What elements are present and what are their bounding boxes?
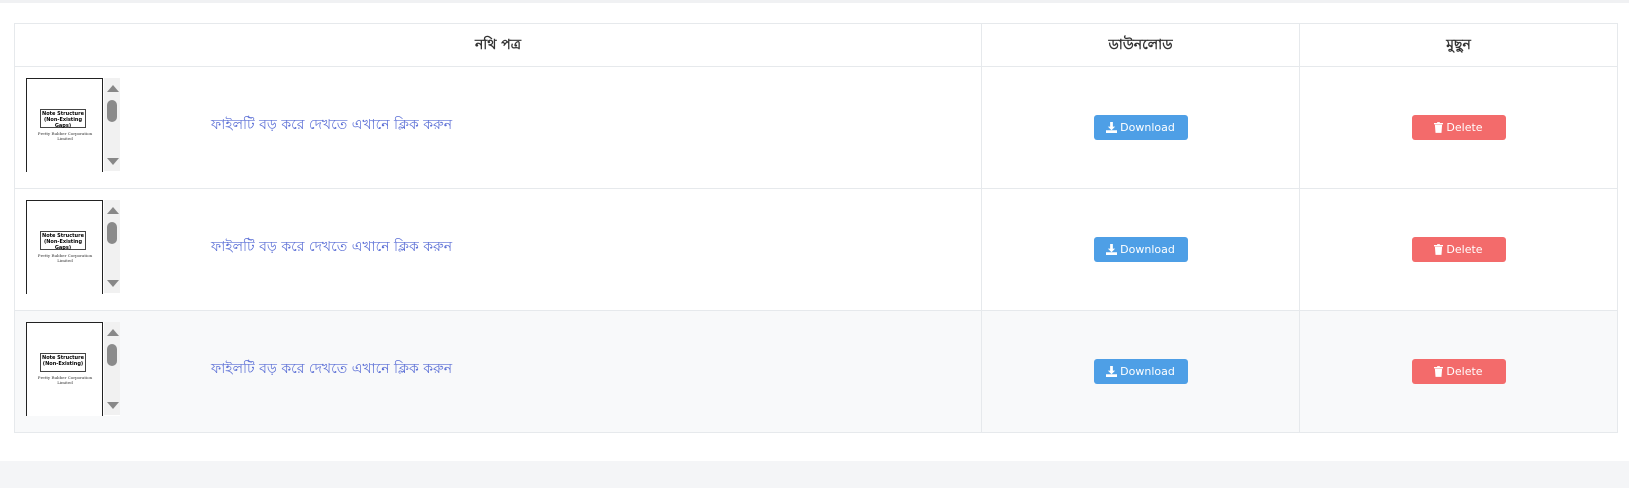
download-cell: Download (981, 188, 1300, 311)
download-icon (1106, 365, 1118, 377)
download-cell: Download (981, 310, 1300, 433)
preview-page: Note Structure (Non-Existing) Pretty Rub… (26, 322, 103, 416)
trash-icon (1434, 365, 1444, 377)
delete-button[interactable]: Delete (1411, 115, 1506, 140)
scrollbar-thumb[interactable] (107, 344, 117, 366)
delete-label: Delete (1446, 243, 1483, 256)
preview-title: Note Structure (Non-Existing) (40, 353, 86, 372)
delete-cell: Delete (1299, 66, 1618, 189)
document-cell: Note Structure (Non-Existing Gaps) Prett… (14, 188, 982, 311)
preview-title: Note Structure (Non-Existing Gaps) (40, 109, 86, 129)
bottom-strip (0, 461, 1629, 488)
table-header-row: নথি পত্র ডাউনলোড মুছুন (14, 23, 1618, 67)
delete-cell: Delete (1299, 310, 1618, 433)
documents-panel: নথি পত্র ডাউনলোড মুছুন Note Structure (N… (0, 3, 1629, 461)
preview-scrollbar[interactable] (104, 78, 120, 171)
scroll-up-arrow-icon[interactable] (107, 85, 119, 92)
scroll-down-arrow-icon[interactable] (107, 402, 119, 409)
preview-scrollbar[interactable] (104, 322, 120, 415)
preview-scrollbar[interactable] (104, 200, 120, 293)
document-cell: Note Structure (Non-Existing) Pretty Rub… (14, 310, 982, 433)
header-download: ডাউনলোড (981, 23, 1300, 67)
trash-icon (1434, 121, 1444, 133)
table-row: Note Structure (Non-Existing) Pretty Rub… (14, 310, 1618, 433)
header-document: নথি পত্র (14, 23, 982, 67)
delete-label: Delete (1446, 121, 1483, 134)
download-label: Download (1120, 365, 1175, 378)
view-file-link[interactable]: ফাইলটি বড় করে দেখতে এখানে ক্লিক করুন (211, 357, 452, 381)
delete-button[interactable]: Delete (1411, 359, 1506, 384)
preview-title: Note Structure (Non-Existing Gaps) (40, 231, 86, 251)
download-icon (1106, 243, 1118, 255)
preview-subtitle: Pretty Rubber Corporation Limited (37, 375, 93, 385)
table-row: Note Structure (Non-Existing Gaps) Prett… (14, 66, 1618, 189)
scroll-up-arrow-icon[interactable] (107, 329, 119, 336)
download-button[interactable]: Download (1093, 237, 1188, 262)
scrollbar-thumb[interactable] (107, 100, 117, 122)
preview-subtitle: Pretty Rubber Corporation Limited (37, 131, 93, 141)
document-preview[interactable]: Note Structure (Non-Existing Gaps) Prett… (26, 78, 120, 172)
view-file-link[interactable]: ফাইলটি বড় করে দেখতে এখানে ক্লিক করুন (211, 113, 452, 137)
document-cell: Note Structure (Non-Existing Gaps) Prett… (14, 66, 982, 189)
table-row: Note Structure (Non-Existing Gaps) Prett… (14, 188, 1618, 311)
document-preview[interactable]: Note Structure (Non-Existing) Pretty Rub… (26, 322, 120, 416)
preview-subtitle: Pretty Rubber Corporation Limited (37, 253, 93, 263)
download-label: Download (1120, 121, 1175, 134)
trash-icon (1434, 243, 1444, 255)
download-label: Download (1120, 243, 1175, 256)
download-cell: Download (981, 66, 1300, 189)
documents-table: নথি পত্র ডাউনলোড মুছুন Note Structure (N… (14, 23, 1618, 433)
download-button[interactable]: Download (1093, 359, 1188, 384)
delete-label: Delete (1446, 365, 1483, 378)
delete-cell: Delete (1299, 188, 1618, 311)
scroll-up-arrow-icon[interactable] (107, 207, 119, 214)
scrollbar-thumb[interactable] (107, 222, 117, 244)
scroll-down-arrow-icon[interactable] (107, 280, 119, 287)
view-file-link[interactable]: ফাইলটি বড় করে দেখতে এখানে ক্লিক করুন (211, 235, 452, 259)
preview-page: Note Structure (Non-Existing Gaps) Prett… (26, 78, 103, 172)
document-preview[interactable]: Note Structure (Non-Existing Gaps) Prett… (26, 200, 120, 294)
download-button[interactable]: Download (1093, 115, 1188, 140)
preview-page: Note Structure (Non-Existing Gaps) Prett… (26, 200, 103, 294)
download-icon (1106, 121, 1118, 133)
scroll-down-arrow-icon[interactable] (107, 158, 119, 165)
header-delete: মুছুন (1299, 23, 1618, 67)
delete-button[interactable]: Delete (1411, 237, 1506, 262)
